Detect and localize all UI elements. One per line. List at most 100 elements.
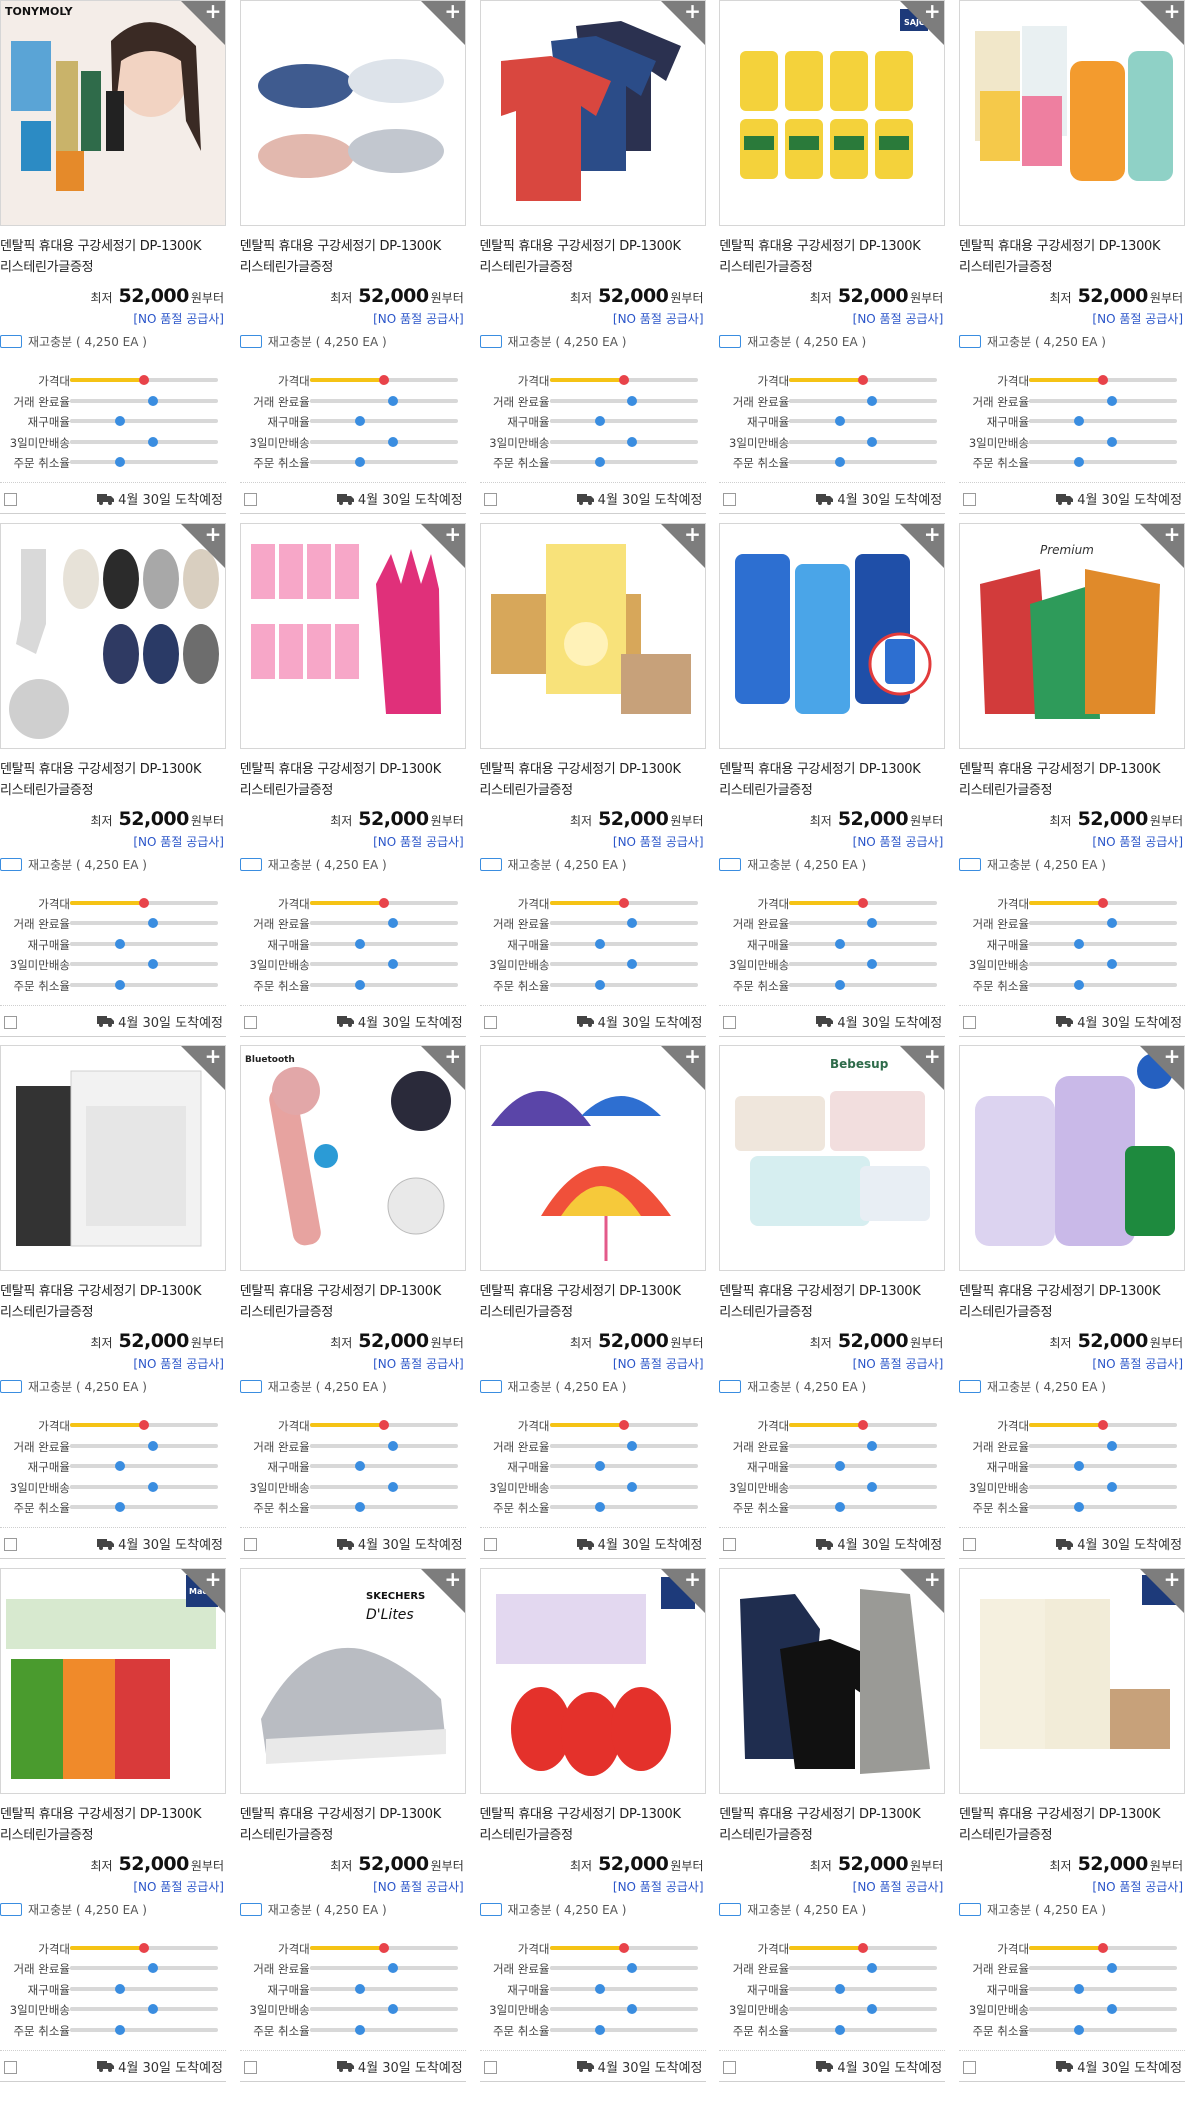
product-image[interactable]: SKECHERS D'Lites + <box>239 1567 466 1794</box>
product-title[interactable]: 덴탈픽 휴대용 구강세정기 DP-1300K 리스테린가글증정 <box>0 1281 226 1323</box>
product-title[interactable]: 덴탈픽 휴대용 구강세정기 DP-1300K 리스테린가글증정 <box>480 1804 706 1846</box>
add-to-wishlist-button[interactable]: + <box>1140 1046 1185 1091</box>
supplier-badge[interactable]: [NO 품절 공급사] <box>853 310 944 327</box>
product-title[interactable]: 덴탈픽 휴대용 구강세정기 DP-1300K 리스테린가글증정 <box>959 1281 1185 1323</box>
product-image[interactable]: + <box>959 1045 1186 1272</box>
product-title[interactable]: 덴탈픽 휴대용 구강세정기 DP-1300K 리스테린가글증정 <box>719 759 945 801</box>
product-card[interactable]: Bluetooth + 덴탈픽 휴대용 구강세정기 DP-1300K 리스테린가… <box>239 1045 466 1565</box>
select-checkbox[interactable] <box>963 493 977 506</box>
add-to-wishlist-button[interactable]: + <box>1140 1 1185 45</box>
select-checkbox[interactable] <box>243 2060 257 2074</box>
product-title[interactable]: 덴탈픽 휴대용 구강세정기 DP-1300K 리스테린가글증정 <box>719 236 945 278</box>
add-to-wishlist-button[interactable]: + <box>900 523 945 568</box>
product-image[interactable]: + <box>0 1045 226 1272</box>
add-to-wishlist-button[interactable]: + <box>660 1046 705 1091</box>
supplier-badge[interactable]: [NO 품절 공급사] <box>373 1878 464 1895</box>
product-card[interactable]: + 덴탈픽 휴대용 구강세정기 DP-1300K 리스테린가글증정 최저 52,0… <box>959 1045 1186 1565</box>
select-checkbox[interactable] <box>483 1538 497 1552</box>
add-to-wishlist-button[interactable]: + <box>1140 523 1185 568</box>
product-card[interactable]: + 덴탈픽 휴대용 구강세정기 DP-1300K 리스테린가글증정 최저 52,0… <box>719 522 946 1043</box>
add-to-wishlist-button[interactable]: + <box>420 1 465 45</box>
product-image[interactable]: Bluetooth + <box>239 1045 466 1272</box>
product-image[interactable]: + <box>959 0 1186 226</box>
select-checkbox[interactable] <box>4 1015 17 1029</box>
product-image[interactable]: TONYMOLY + <box>0 0 226 226</box>
product-title[interactable]: 덴탈픽 휴대용 구강세정기 DP-1300K 리스테린가글증정 <box>480 759 706 801</box>
add-to-wishlist-button[interactable]: + <box>660 1 705 45</box>
supplier-badge[interactable]: [NO 품절 공급사] <box>373 310 464 327</box>
add-to-wishlist-button[interactable]: + <box>420 1568 465 1613</box>
product-image[interactable]: + <box>959 1567 1186 1794</box>
select-checkbox[interactable] <box>4 493 17 506</box>
select-checkbox[interactable] <box>963 2060 977 2074</box>
product-image[interactable]: + <box>239 0 466 226</box>
add-to-wishlist-button[interactable]: + <box>900 1046 945 1091</box>
supplier-badge[interactable]: [NO 품절 공급사] <box>853 1878 944 1895</box>
product-title[interactable]: 덴탈픽 휴대용 구강세정기 DP-1300K 리스테린가글증정 <box>0 759 226 801</box>
add-to-wishlist-button[interactable]: + <box>1140 1568 1185 1613</box>
product-card[interactable]: + 덴탈픽 휴대용 구강세정기 DP-1300K 리스테린가글증정 최저 52,0… <box>479 522 706 1043</box>
select-checkbox[interactable] <box>243 1538 257 1552</box>
select-checkbox[interactable] <box>963 1015 977 1029</box>
supplier-badge[interactable]: [NO 품절 공급사] <box>613 310 704 327</box>
product-image[interactable]: SAJO + <box>719 0 946 226</box>
add-to-wishlist-button[interactable]: + <box>660 1568 705 1613</box>
product-image[interactable]: + <box>0 522 226 749</box>
product-card[interactable]: + 덴탈픽 휴대용 구강세정기 DP-1300K 리스테린가글증정 최저 52,0… <box>0 1045 226 1565</box>
product-title[interactable]: 덴탈픽 휴대용 구강세정기 DP-1300K 리스테린가글증정 <box>240 1804 466 1846</box>
product-image[interactable]: + <box>239 522 466 749</box>
add-to-wishlist-button[interactable]: + <box>660 523 705 568</box>
product-title[interactable]: 덴탈픽 휴대용 구강세정기 DP-1300K 리스테린가글증정 <box>0 236 226 278</box>
product-title[interactable]: 덴탈픽 휴대용 구강세정기 DP-1300K 리스테린가글증정 <box>959 1804 1185 1846</box>
product-image[interactable]: + <box>719 1567 946 1794</box>
supplier-badge[interactable]: [NO 품절 공급사] <box>373 833 464 850</box>
select-checkbox[interactable] <box>483 493 497 506</box>
product-image[interactable]: Maeil + <box>0 1567 226 1794</box>
product-title[interactable]: 덴탈픽 휴대용 구강세정기 DP-1300K 리스테린가글증정 <box>959 759 1185 801</box>
select-checkbox[interactable] <box>243 493 257 506</box>
product-image[interactable]: + <box>479 1045 706 1272</box>
supplier-badge[interactable]: [NO 품절 공급사] <box>1092 310 1183 327</box>
product-card[interactable]: Maeil + 덴탈픽 휴대용 구강세정기 DP-1300K 리스테린가글증정 … <box>0 1567 226 2088</box>
product-title[interactable]: 덴탈픽 휴대용 구강세정기 DP-1300K 리스테린가글증정 <box>719 1281 945 1323</box>
supplier-badge[interactable]: [NO 품절 공급사] <box>133 310 224 327</box>
supplier-badge[interactable]: [NO 품절 공급사] <box>133 1878 224 1895</box>
product-title[interactable]: 덴탈픽 휴대용 구강세정기 DP-1300K 리스테린가글증정 <box>240 1281 466 1323</box>
product-image[interactable]: Premium + <box>959 522 1186 749</box>
supplier-badge[interactable]: [NO 품절 공급사] <box>1092 1878 1183 1895</box>
select-checkbox[interactable] <box>723 493 737 506</box>
add-to-wishlist-button[interactable]: + <box>181 1568 225 1613</box>
product-card[interactable]: SAJO + 덴탈픽 휴대용 구강세정기 DP-1300K 리스테린가글증정 최… <box>719 0 946 520</box>
supplier-badge[interactable]: [NO 품절 공급사] <box>373 1355 464 1372</box>
select-checkbox[interactable] <box>4 2060 17 2074</box>
add-to-wishlist-button[interactable]: + <box>181 1046 225 1091</box>
product-image[interactable]: + <box>479 0 706 226</box>
product-title[interactable]: 덴탈픽 휴대용 구강세정기 DP-1300K 리스테린가글증정 <box>959 236 1185 278</box>
select-checkbox[interactable] <box>483 2060 497 2074</box>
product-card[interactable]: + 덴탈픽 휴대용 구강세정기 DP-1300K 리스테린가글증정 최저 52,0… <box>479 1045 706 1565</box>
product-image[interactable]: + <box>479 522 706 749</box>
product-image[interactable]: Bebesup + <box>719 1045 946 1272</box>
select-checkbox[interactable] <box>963 1538 977 1552</box>
supplier-badge[interactable]: [NO 품절 공급사] <box>853 1355 944 1372</box>
add-to-wishlist-button[interactable]: + <box>420 523 465 568</box>
product-card[interactable]: SKECHERS D'Lites + 덴탈픽 휴대용 구강세정기 DP-1300K… <box>239 1567 466 2088</box>
select-checkbox[interactable] <box>243 1015 257 1029</box>
product-card[interactable]: + 덴탈픽 휴대용 구강세정기 DP-1300K 리스테린가글증정 최저 52,0… <box>239 522 466 1043</box>
select-checkbox[interactable] <box>723 1015 737 1029</box>
add-to-wishlist-button[interactable]: + <box>181 1 225 45</box>
product-card[interactable]: Premium + 덴탈픽 휴대용 구강세정기 DP-1300K 리스테린가글증… <box>959 522 1186 1043</box>
add-to-wishlist-button[interactable]: + <box>900 1568 945 1613</box>
product-title[interactable]: 덴탈픽 휴대용 구강세정기 DP-1300K 리스테린가글증정 <box>0 1804 226 1846</box>
add-to-wishlist-button[interactable]: + <box>900 1 945 45</box>
supplier-badge[interactable]: [NO 품절 공급사] <box>613 833 704 850</box>
product-card[interactable]: + 덴탈픽 휴대용 구강세정기 DP-1300K 리스테린가글증정 최저 52,0… <box>0 522 226 1043</box>
product-title[interactable]: 덴탈픽 휴대용 구강세정기 DP-1300K 리스테린가글증정 <box>719 1804 945 1846</box>
product-image[interactable]: + <box>479 1567 706 1794</box>
product-title[interactable]: 덴탈픽 휴대용 구강세정기 DP-1300K 리스테린가글증정 <box>480 236 706 278</box>
product-card[interactable]: + 덴탈픽 휴대용 구강세정기 DP-1300K 리스테린가글증정 최저 52,0… <box>959 1567 1186 2088</box>
supplier-badge[interactable]: [NO 품절 공급사] <box>1092 833 1183 850</box>
product-card[interactable]: + 덴탈픽 휴대용 구강세정기 DP-1300K 리스테린가글증정 최저 52,0… <box>959 0 1186 520</box>
product-title[interactable]: 덴탈픽 휴대용 구강세정기 DP-1300K 리스테린가글증정 <box>240 236 466 278</box>
product-card[interactable]: TONYMOLY + 덴탈픽 휴대용 구강세정기 DP-1300K 리스테린가글… <box>0 0 226 520</box>
